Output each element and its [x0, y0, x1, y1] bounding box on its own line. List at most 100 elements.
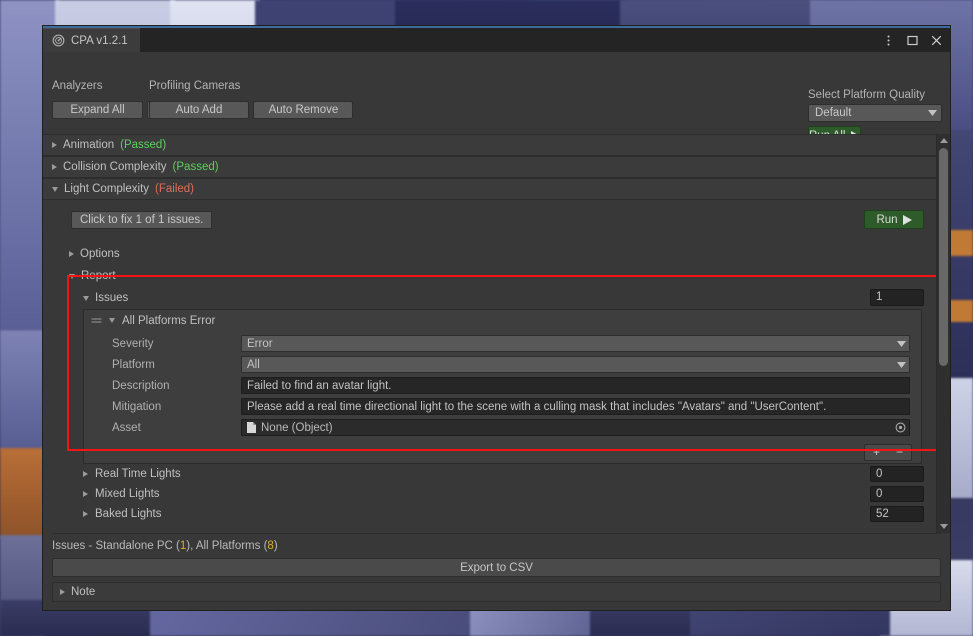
light-label: Mixed Lights	[95, 488, 160, 500]
property-label: Severity	[112, 337, 154, 350]
summary-prefix: Issues - Standalone PC (	[52, 539, 180, 552]
analyzer-list: Animation (Passed) Collision Complexity …	[43, 134, 936, 533]
summary-suffix: )	[273, 539, 278, 552]
platform-value: All	[247, 358, 260, 371]
vertical-scrollbar[interactable]	[936, 134, 950, 533]
light-label: Real Time Lights	[95, 468, 181, 480]
chevron-down-icon	[83, 295, 89, 301]
description-field[interactable]: Failed to find an avatar light.	[241, 377, 910, 394]
analyzer-row-animation[interactable]: Animation (Passed)	[43, 134, 936, 156]
chevron-down-icon	[939, 523, 948, 529]
issue-header[interactable]: All Platforms Error	[84, 310, 921, 331]
document-icon	[247, 422, 256, 433]
close-icon[interactable]	[930, 34, 943, 47]
expand-all-button[interactable]: Expand All	[52, 101, 143, 119]
maximize-icon[interactable]	[906, 34, 919, 47]
asset-value: None (Object)	[261, 421, 333, 434]
window-titlebar: CPA v1.2.1	[43, 28, 950, 52]
analyzer-status: (Failed)	[155, 183, 194, 195]
light-label: Baked Lights	[95, 508, 162, 520]
scroll-up-arrow[interactable]	[937, 134, 950, 147]
property-row-platform: Platform All	[84, 354, 921, 375]
cameras-button-column: Auto Add Auto Remove	[149, 100, 354, 122]
options-foldout[interactable]: Options	[43, 243, 936, 265]
issues-summary: Issues - Standalone PC (1), All Platform…	[52, 532, 941, 558]
drag-handle-icon[interactable]	[91, 316, 102, 325]
run-label: Run	[876, 213, 898, 226]
issues-count-field[interactable]: 1	[870, 289, 924, 306]
issue-title: All Platforms Error	[122, 314, 216, 327]
issues-label: Issues	[95, 292, 129, 304]
chevron-down-icon	[109, 318, 115, 323]
asset-object-field[interactable]: None (Object)	[241, 419, 910, 436]
report-foldout[interactable]: Report	[43, 265, 936, 287]
light-row-mixed-lights[interactable]: Mixed Lights 0	[43, 484, 936, 504]
chevron-right-icon	[52, 142, 57, 148]
chevron-right-icon	[83, 491, 88, 497]
options-label: Options	[80, 248, 120, 260]
platform-quality-label: Select Platform Quality	[808, 89, 925, 101]
run-button[interactable]: Run	[864, 210, 924, 229]
chevron-right-icon	[83, 471, 88, 477]
light-row-real-time-lights[interactable]: Real Time Lights 0	[43, 464, 936, 484]
analyzer-name: Collision Complexity	[63, 161, 167, 173]
profiling-cameras-heading: Profiling Cameras	[149, 80, 241, 92]
chevron-right-icon	[83, 511, 88, 517]
remove-issue-button[interactable]: −	[888, 445, 911, 460]
export-to-csv-button[interactable]: Export to CSV	[52, 558, 941, 577]
auto-remove-button[interactable]: Auto Remove	[253, 101, 354, 119]
mitigation-field[interactable]: Please add a real time directional light…	[241, 398, 910, 415]
property-row-severity: Severity Error	[84, 333, 921, 354]
note-foldout[interactable]: Note	[52, 582, 941, 602]
platform-quality-dropdown[interactable]: Default	[808, 104, 942, 122]
property-label: Description	[112, 379, 170, 392]
analyzer-status: (Passed)	[172, 161, 219, 173]
issue-footer: + −	[84, 441, 921, 463]
tab-cpa[interactable]: CPA v1.2.1	[43, 28, 140, 52]
issues-foldout[interactable]: Issues 1	[43, 287, 936, 309]
chevron-down-icon	[69, 273, 75, 279]
property-row-mitigation: Mitigation Please add a real time direct…	[84, 396, 921, 417]
analyzers-heading: Analyzers	[52, 80, 103, 92]
light-row-baked-lights[interactable]: Baked Lights 52	[43, 504, 936, 524]
add-issue-button[interactable]: +	[865, 445, 888, 460]
analyzer-row-light-complexity[interactable]: Light Complexity (Failed)	[43, 178, 936, 200]
kebab-menu-icon[interactable]	[882, 34, 895, 47]
auto-add-button[interactable]: Auto Add	[149, 101, 249, 119]
analyzer-row-collision-complexity[interactable]: Collision Complexity (Passed)	[43, 156, 936, 178]
property-row-asset: Asset None (Object)	[84, 417, 921, 438]
property-row-description: Description Failed to find an avatar lig…	[84, 375, 921, 396]
add-remove-group: + −	[864, 443, 912, 461]
severity-value: Error	[247, 337, 273, 350]
fix-issues-button[interactable]: Click to fix 1 of 1 issues.	[71, 211, 213, 229]
chevron-down-icon	[928, 110, 937, 116]
issue-element-box: All Platforms Error Severity Error Platf…	[83, 309, 922, 464]
chevron-right-icon	[52, 164, 57, 170]
chevron-down-icon	[52, 186, 58, 192]
chevron-right-icon	[69, 251, 74, 257]
platform-quality-value: Default	[815, 107, 852, 119]
property-label: Mitigation	[112, 400, 162, 413]
gauge-icon	[52, 34, 65, 47]
light-value-field[interactable]: 0	[870, 466, 924, 482]
fix-row: Click to fix 1 of 1 issues. Run	[43, 210, 936, 238]
content-wrapper: Animation (Passed) Collision Complexity …	[43, 134, 950, 533]
light-value-field[interactable]: 0	[870, 486, 924, 502]
summary-middle: ), All Platforms (	[186, 539, 268, 552]
scrollbar-thumb[interactable]	[939, 148, 948, 366]
issue-properties: Severity Error Platform All Description …	[84, 331, 921, 441]
light-value-field[interactable]: 52	[870, 506, 924, 522]
severity-dropdown[interactable]: Error	[241, 335, 910, 352]
chevron-right-icon	[60, 589, 65, 595]
property-label: Asset	[112, 421, 141, 434]
scroll-down-arrow[interactable]	[937, 520, 950, 533]
platform-dropdown[interactable]: All	[241, 356, 910, 373]
analyzer-name: Light Complexity	[64, 183, 150, 195]
property-label: Platform	[112, 358, 155, 371]
tab-label: CPA v1.2.1	[71, 34, 128, 47]
object-picker-icon[interactable]	[895, 422, 906, 433]
light-complexity-body: Click to fix 1 of 1 issues. Run Options …	[43, 200, 936, 524]
window-controls	[882, 28, 943, 52]
chevron-up-icon	[939, 138, 948, 143]
cpa-editor-window: CPA v1.2.1 Analyzers Profiling Cameras E…	[42, 25, 951, 611]
